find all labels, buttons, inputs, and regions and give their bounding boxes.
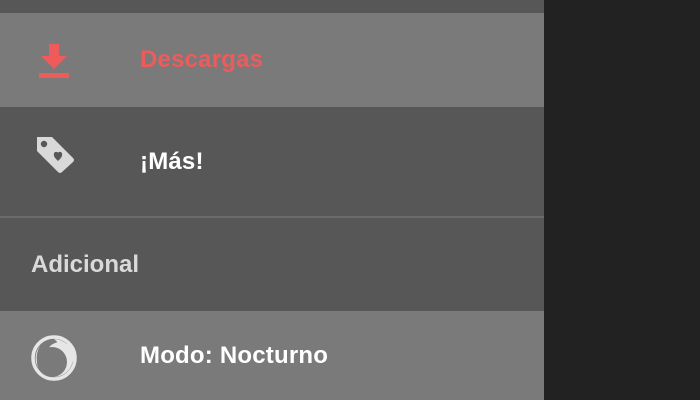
navigation-drawer: Descargas ¡Más! Adicional Modo: Nocturno — [0, 0, 544, 400]
icon-slot — [0, 311, 140, 400]
moon-icon — [31, 335, 77, 381]
tag-heart-icon — [37, 137, 74, 173]
section-header-label: Adicional — [31, 250, 140, 278]
nav-item-label: ¡Más! — [140, 147, 204, 175]
app-screen: Descargas ¡Más! Adicional Modo: Nocturno — [0, 0, 700, 400]
drawer-top-strip — [0, 0, 544, 13]
icon-slot — [0, 107, 140, 216]
nav-item-mas[interactable]: ¡Más! — [0, 107, 544, 216]
section-header: Adicional — [0, 218, 544, 311]
nav-item-modo-nocturno[interactable]: Modo: Nocturno — [0, 311, 544, 400]
nav-item-label: Modo: Nocturno — [140, 341, 329, 369]
nav-item-label: Descargas — [140, 46, 264, 73]
nav-item-descargas[interactable]: Descargas — [0, 13, 544, 107]
download-icon — [39, 44, 69, 78]
drawer-scrim[interactable] — [544, 0, 700, 400]
icon-slot — [0, 13, 140, 107]
